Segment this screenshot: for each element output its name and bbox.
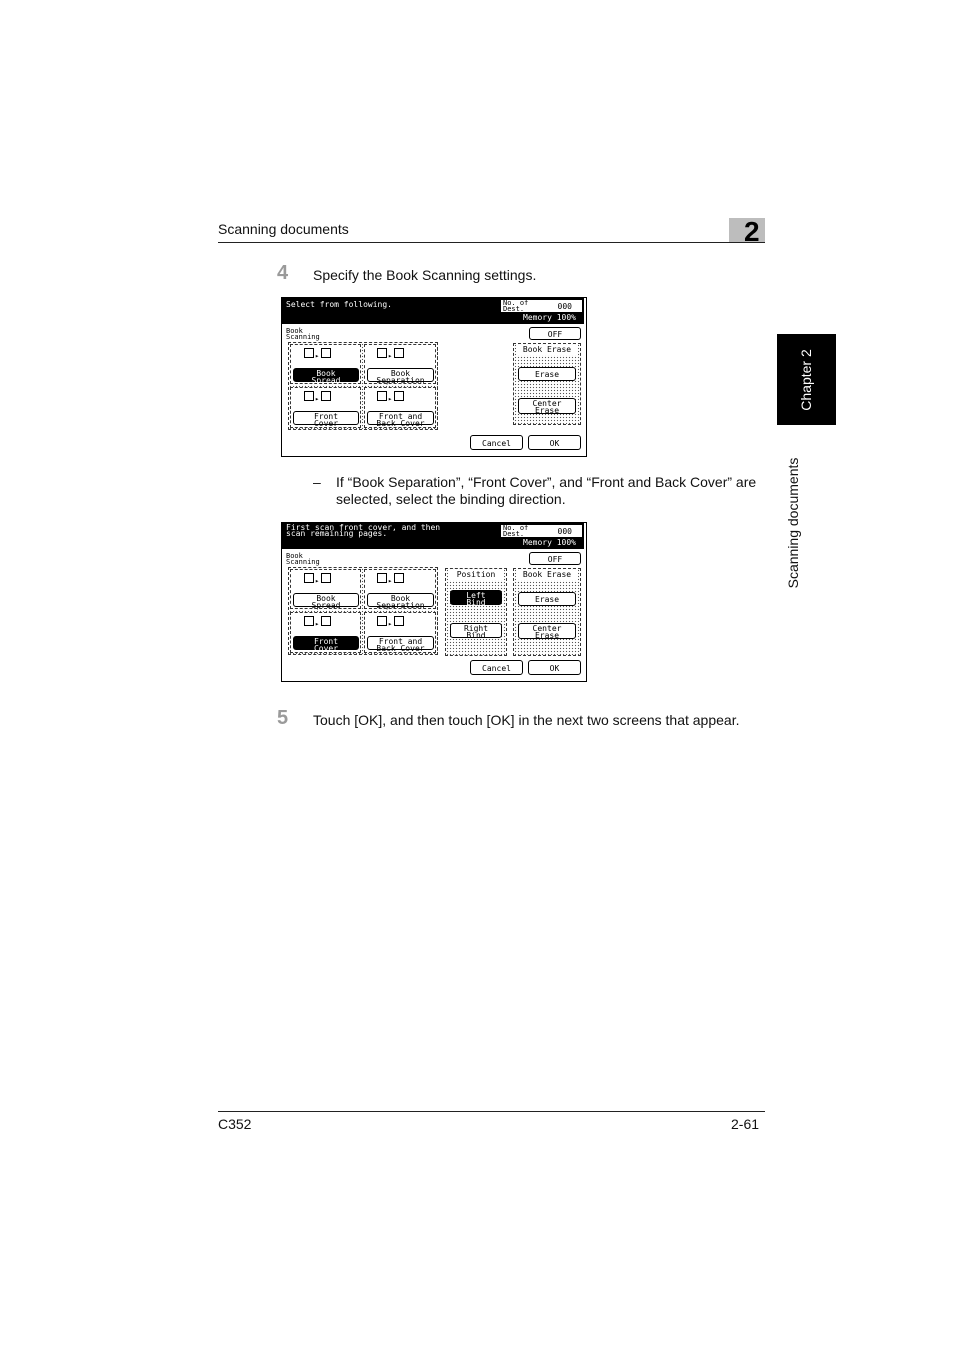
book-separation-icon: ▸ (377, 573, 413, 586)
front-cover-button[interactable]: Front Cover (293, 411, 359, 428)
cancel-button[interactable]: Cancel (470, 435, 523, 450)
destination-counter: No. of Dest. 000 (501, 299, 582, 313)
dest-label: No. of Dest. (503, 299, 529, 313)
book-separation-icon: ▸ (377, 348, 413, 361)
dest-value: 000 (557, 527, 572, 536)
footer-rule (218, 1111, 765, 1112)
off-button[interactable]: OFF (529, 327, 581, 340)
footer-model: C352 (218, 1116, 252, 1132)
step-number: 4 (277, 262, 289, 284)
front-back-cover-icon: ▸ (377, 616, 413, 629)
step-text: Touch [OK], and then touch [OK] in the n… (313, 712, 740, 728)
footer-page-number: 2-61 (731, 1116, 760, 1132)
book-scanning-label: Book Scanning (286, 327, 320, 341)
ok-button[interactable]: OK (528, 660, 581, 675)
screen-message: Select from following. (286, 300, 392, 309)
book-spread-icon: ▸ (304, 573, 340, 586)
substep-dash: – (313, 474, 321, 490)
destination-counter: No. of Dest. 000 (501, 524, 582, 538)
chapter-number: 2 (744, 216, 760, 247)
header-rule (218, 242, 765, 243)
dest-value: 000 (557, 302, 572, 311)
position-title: Position (448, 570, 504, 580)
front-cover-icon: ▸ (304, 391, 340, 404)
front-cover-icon: ▸ (304, 616, 340, 629)
erase-button[interactable]: Erase (518, 367, 576, 381)
book-spread-icon: ▸ (304, 348, 340, 361)
front-cover-button[interactable]: Front Cover (293, 636, 359, 653)
ok-button[interactable]: OK (528, 435, 581, 450)
front-back-cover-button[interactable]: Front and Back Cover (367, 411, 434, 428)
off-button[interactable]: OFF (529, 552, 581, 565)
position-area (445, 568, 507, 656)
erase-button[interactable]: Erase (518, 592, 576, 606)
book-spread-button[interactable]: Book Spread (293, 593, 359, 610)
book-separation-button[interactable]: Book Separation (367, 593, 434, 610)
chapter-tab-label: Chapter 2 (798, 349, 814, 411)
running-header: Scanning documents (218, 221, 349, 237)
message-bar: First scan front cover, and then scan re… (282, 523, 584, 549)
book-erase-area (513, 568, 581, 656)
cancel-button[interactable]: Cancel (470, 660, 523, 675)
substep-text: If “Book Separation”, “Front Cover”, and… (336, 474, 757, 507)
right-bind-button[interactable]: Right Bind (450, 623, 502, 640)
front-back-cover-button[interactable]: Front and Back Cover (367, 636, 434, 653)
book-scanning-label: Book Scanning (286, 552, 320, 566)
book-spread-button[interactable]: Book Spread (293, 368, 359, 385)
book-scanning-screen-1: Select from following. No. of Dest. 000 … (281, 297, 587, 457)
left-bind-button[interactable]: Left Bind (450, 590, 502, 607)
memory-indicator: Memory 100% (523, 313, 576, 322)
message-bar: Select from following. No. of Dest. 000 … (282, 298, 584, 324)
center-erase-button[interactable]: Center Erase (518, 398, 576, 415)
memory-indicator: Memory 100% (523, 538, 576, 547)
book-erase-title: Book Erase (516, 570, 578, 580)
book-separation-button[interactable]: Book Separation (367, 368, 434, 385)
screen-message: First scan front cover, and then scan re… (286, 523, 441, 538)
step-number: 5 (277, 707, 289, 729)
dest-label: No. of Dest. (503, 524, 529, 538)
section-tab-label: Scanning documents (785, 457, 801, 589)
front-back-cover-icon: ▸ (377, 391, 413, 404)
book-erase-title: Book Erase (516, 345, 578, 355)
book-scanning-screen-2: First scan front cover, and then scan re… (281, 522, 587, 682)
step-text: Specify the Book Scanning settings. (313, 267, 537, 283)
center-erase-button[interactable]: Center Erase (518, 623, 576, 640)
